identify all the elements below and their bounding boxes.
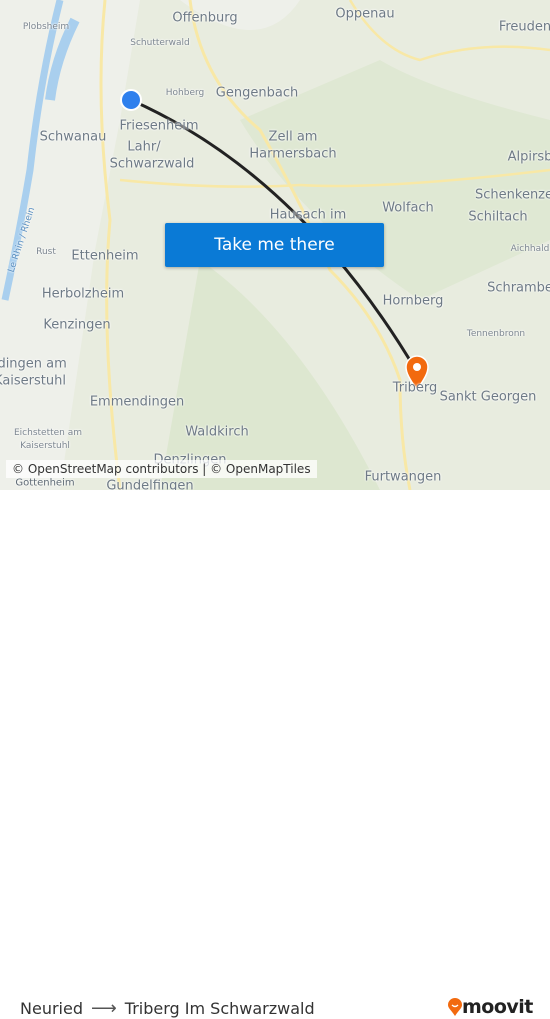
map-label: Herbolzheim	[41, 286, 125, 302]
moovit-pin-icon	[448, 998, 462, 1016]
map-label: Eichstetten am	[13, 428, 83, 438]
map-label: Hausach im	[269, 207, 347, 223]
destination-name: Triberg Im Schwarzwald	[124, 999, 315, 1018]
map-label: Kaiserstuhl	[0, 373, 66, 389]
map-label: Schutterwald	[130, 38, 190, 48]
map-label: ndingen am	[0, 356, 67, 372]
map-label: Gundelfingen	[106, 478, 194, 491]
map-label: Zell am	[268, 129, 318, 145]
brand-name: moovit	[462, 996, 533, 1018]
map-attribution[interactable]: © OpenStreetMap contributors | © OpenMap…	[6, 460, 317, 478]
map-label: Furtwangen	[364, 469, 442, 485]
map-label: Triberg	[392, 380, 438, 396]
map-label: Plobsheim	[22, 22, 70, 32]
map-label: Kaiserstuhl	[20, 441, 70, 451]
arrow-right-icon: ⟶	[90, 998, 117, 1019]
map-label: Waldkirch	[185, 424, 249, 440]
map-label: Friesenheim	[119, 118, 199, 134]
map-label: Hornberg	[382, 293, 444, 309]
take-me-there-button[interactable]: Take me there	[165, 223, 384, 267]
map[interactable]: Offenburg Oppenau Freuden Plobsheim Schu…	[0, 0, 550, 490]
moovit-logo: moovit	[448, 996, 533, 1018]
map-label: Schrambe	[487, 280, 550, 296]
map-label: Lahr/	[127, 139, 161, 155]
origin-name: Neuried	[20, 999, 83, 1018]
map-label: Schwanau	[39, 129, 107, 145]
map-label: Harmersbach	[249, 146, 337, 162]
map-label: Freuden	[498, 19, 550, 35]
map-label: Hohberg	[165, 88, 205, 98]
map-label: Schwarzwald	[109, 156, 195, 172]
map-label: Schenkenze	[475, 187, 550, 203]
map-label: Wolfach	[382, 200, 434, 216]
map-label: Schiltach	[468, 209, 528, 225]
map-label: Ettenheim	[71, 248, 139, 264]
map-label: Alpirsb	[507, 149, 550, 165]
map-label: Gengenbach	[215, 85, 299, 101]
map-label: Oppenau	[335, 6, 395, 22]
map-label: Rust	[36, 247, 56, 257]
map-label: Sankt Georgen	[439, 389, 537, 405]
map-label: Gottenheim	[15, 477, 75, 489]
origin-marker	[120, 89, 142, 111]
map-label: Tennenbronn	[466, 329, 526, 339]
map-label: Offenburg	[172, 10, 238, 26]
footer-bar: Neuried ⟶ Triberg Im Schwarzwald moovit	[0, 490, 550, 1019]
route-summary: Neuried ⟶ Triberg Im Schwarzwald	[20, 998, 315, 1019]
map-label: Kenzingen	[43, 317, 111, 333]
map-label: Emmendingen	[89, 394, 185, 410]
map-label: Aichhald	[510, 244, 550, 254]
